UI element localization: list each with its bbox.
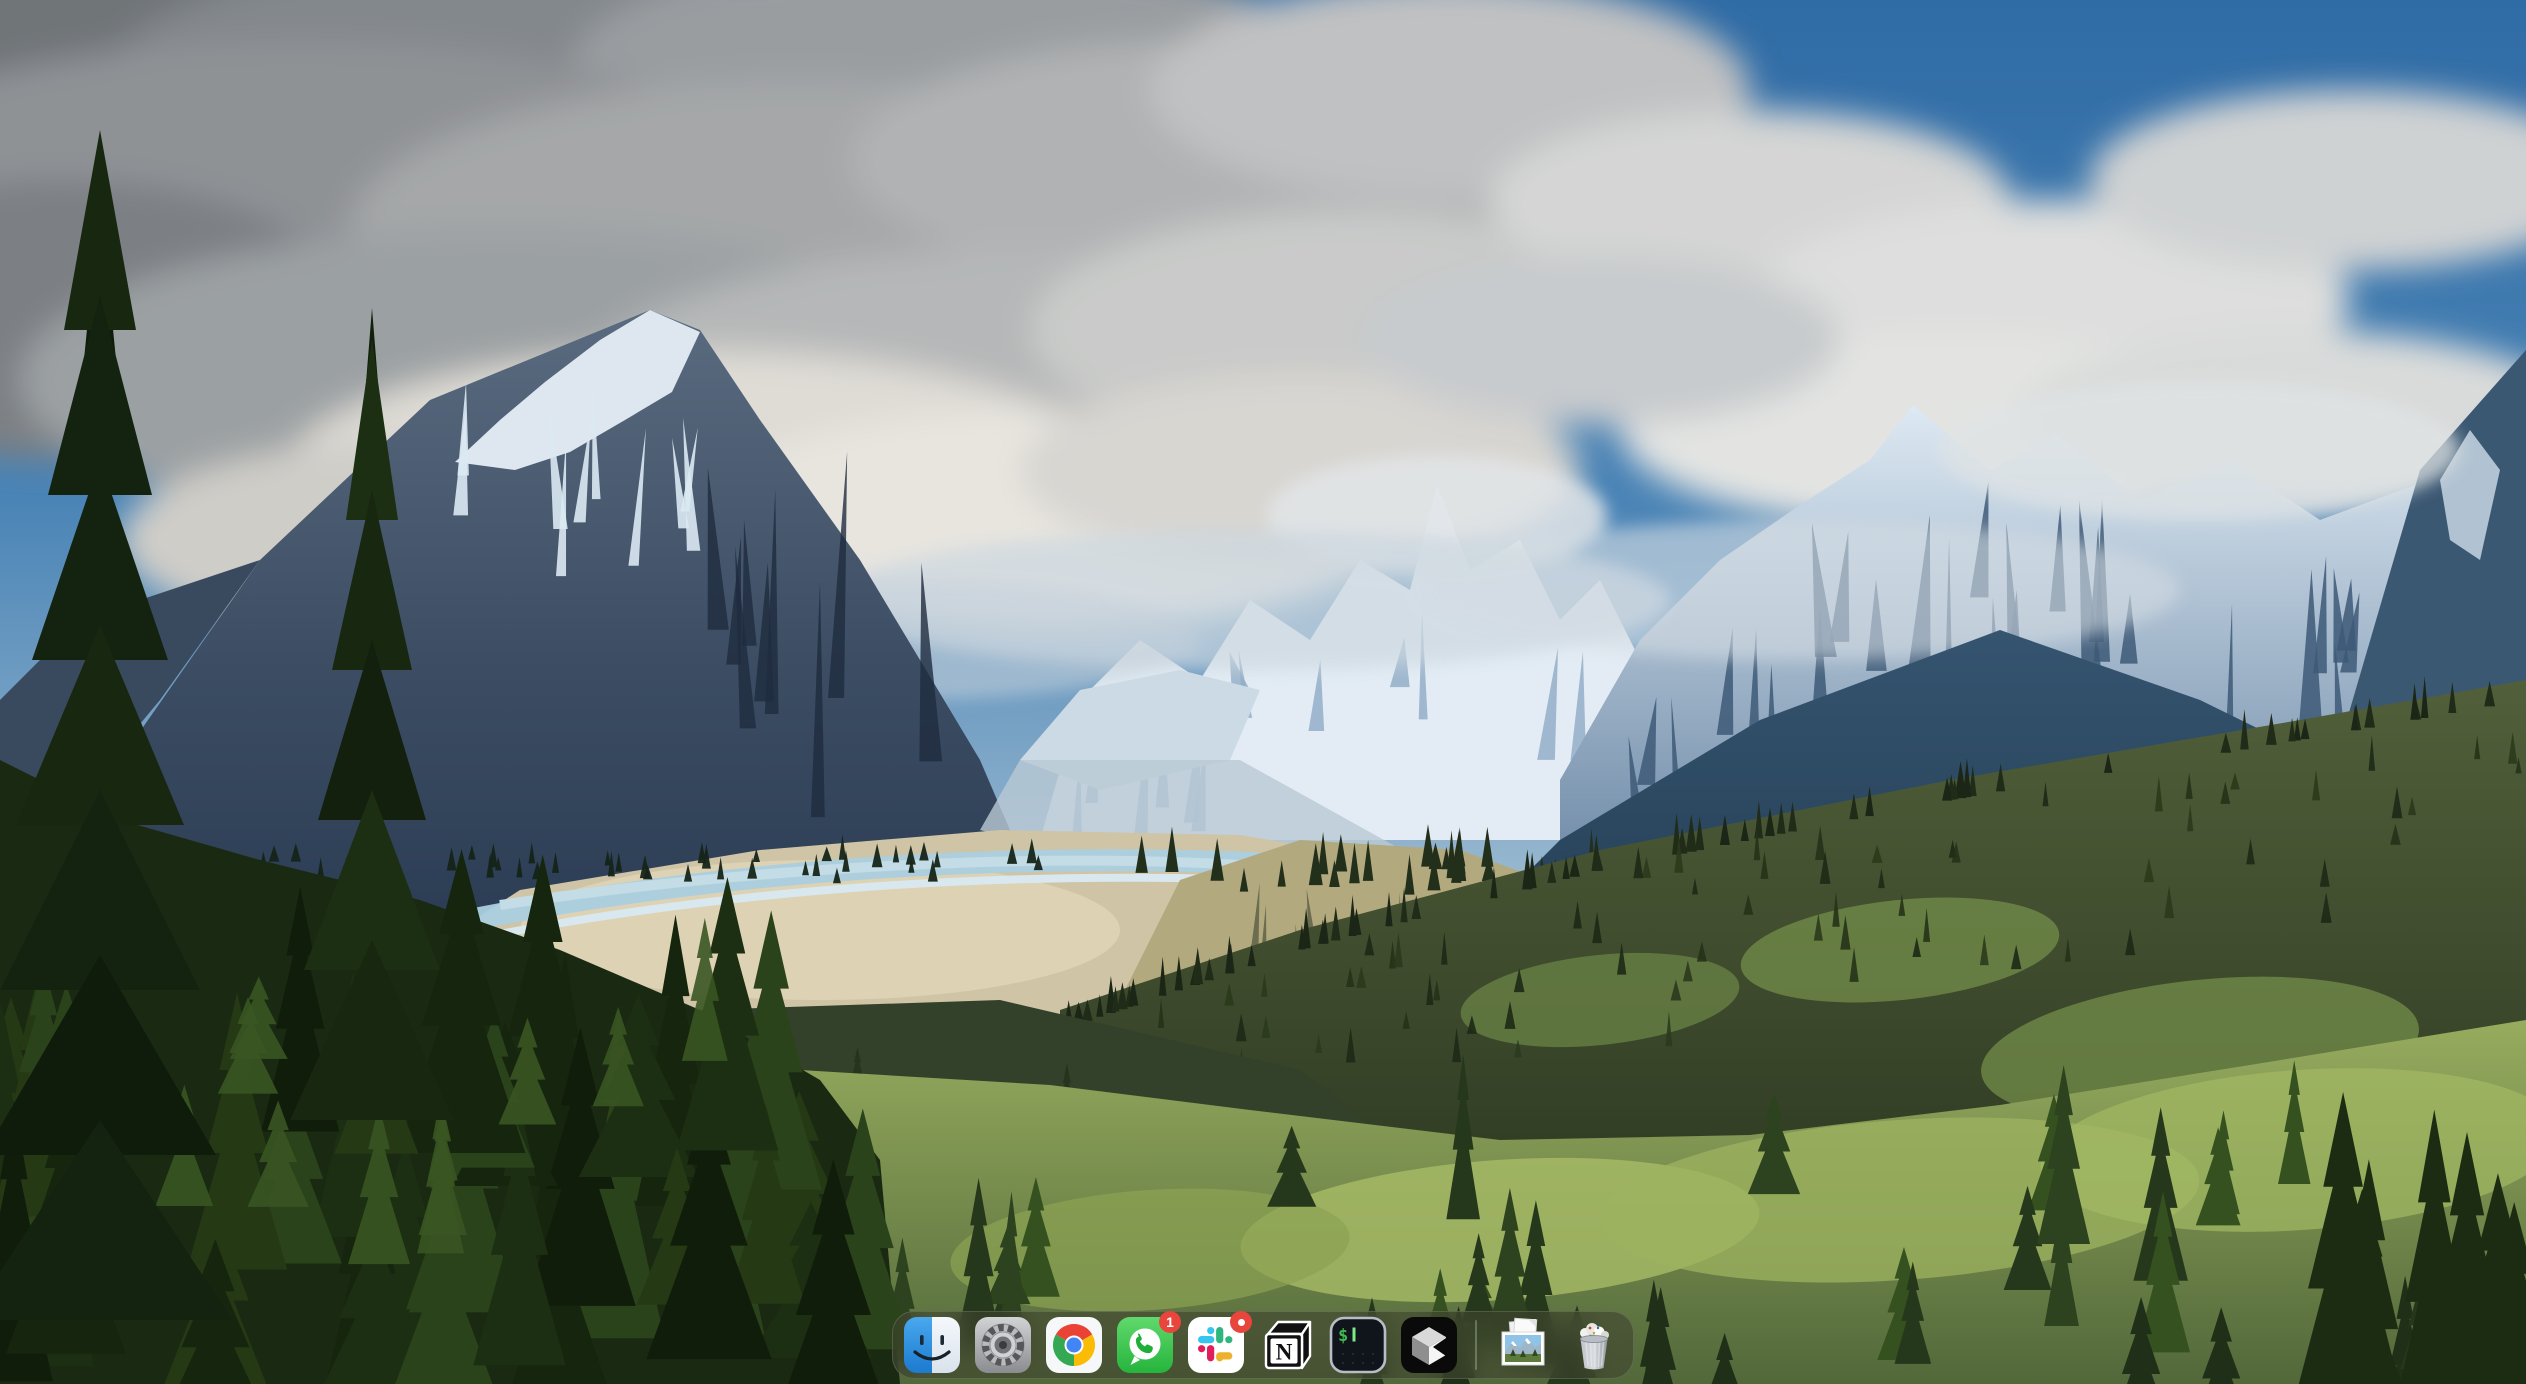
dock-separator — [1475, 1320, 1477, 1370]
terminal-prompt-icon: $ — [1329, 1316, 1387, 1374]
trash-basket-icon — [1565, 1316, 1623, 1374]
trash-icon[interactable] — [1565, 1316, 1623, 1374]
slack-notification-badge — [1230, 1311, 1252, 1333]
finder-face-icon — [903, 1316, 961, 1374]
cube-3d-icon — [1400, 1316, 1458, 1374]
notion-app-icon[interactable]: N — [1258, 1316, 1316, 1374]
whatsapp-app-icon[interactable]: 1 — [1116, 1316, 1174, 1374]
finder-app-icon[interactable] — [903, 1316, 961, 1374]
whatsapp-notification-badge: 1 — [1159, 1311, 1181, 1333]
chrome-app-icon[interactable] — [1045, 1316, 1103, 1374]
wallpaper-image — [0, 0, 2526, 1384]
svg-text:$: $ — [1338, 1326, 1348, 1346]
gear-icon — [974, 1316, 1032, 1374]
svg-text:N: N — [1276, 1340, 1293, 1365]
desktop: 1 N $ — [0, 0, 2526, 1384]
notion-cube-icon: N — [1258, 1316, 1316, 1374]
downloads-stack-icon[interactable] — [1494, 1316, 1552, 1374]
slack-app-icon[interactable] — [1187, 1316, 1245, 1374]
dock: 1 N $ — [892, 1311, 1634, 1379]
photo-stack-icon — [1494, 1316, 1552, 1374]
chrome-logo-icon — [1045, 1316, 1103, 1374]
cube-3d-app-icon[interactable] — [1400, 1316, 1458, 1374]
system-settings-app-icon[interactable] — [974, 1316, 1032, 1374]
terminal-app-icon[interactable]: $ — [1329, 1316, 1387, 1374]
